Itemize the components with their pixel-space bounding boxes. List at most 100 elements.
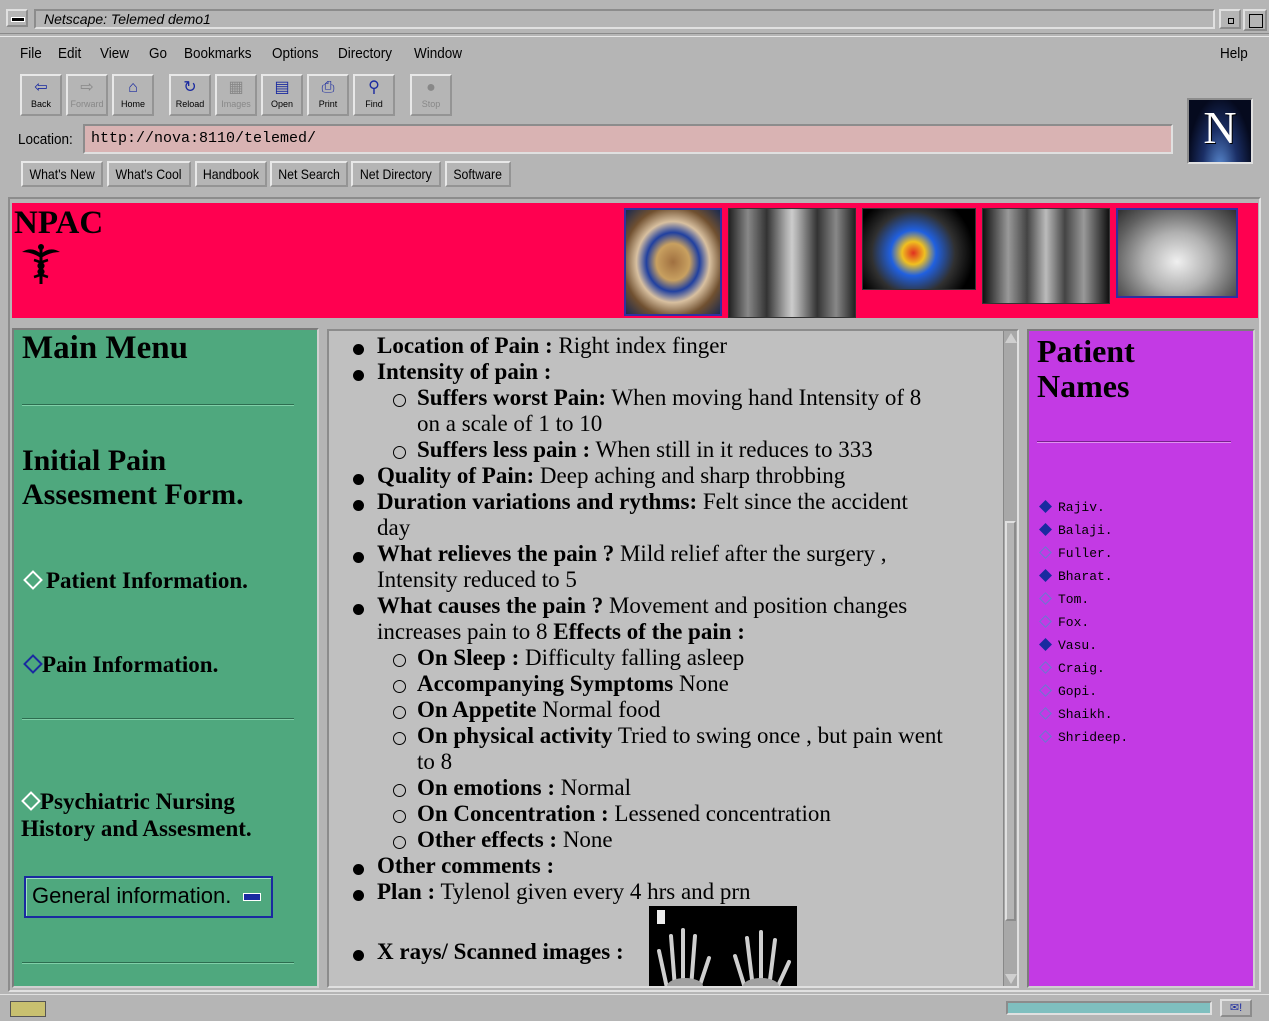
hand-xray-image[interactable] — [649, 906, 797, 988]
handbook-button[interactable]: Handbook — [195, 161, 267, 187]
patient-name-label: Balaji. — [1058, 523, 1113, 538]
vertical-scrollbar[interactable] — [1003, 331, 1017, 986]
other-comments-label: Other comments : — [377, 853, 555, 878]
effect-symptoms-label: Accompanying Symptoms — [417, 671, 674, 696]
scroll-up-arrow-icon[interactable] — [1005, 333, 1017, 343]
open-icon: ▤ — [274, 79, 290, 96]
diamond-bullet-icon — [1039, 569, 1052, 582]
handbook-label: Handbook — [202, 166, 260, 182]
forward-arrow-icon: ⇨ — [80, 79, 94, 96]
patient-link-craig[interactable]: Craig. — [1039, 661, 1105, 676]
location-input[interactable]: http://nova:8110/telemed/ — [83, 124, 1173, 154]
head-section-image[interactable] — [624, 208, 722, 316]
pain-relieves-label: What relieves the pain ? — [377, 541, 615, 566]
pain-causes-value-2: increases pain to 8 — [377, 619, 554, 644]
net-directory-button[interactable]: Net Directory — [351, 161, 441, 187]
pain-information-link[interactable]: Pain Information. — [23, 652, 218, 678]
stop-label: Stop — [421, 99, 441, 109]
open-button[interactable]: ▤ Open — [261, 74, 303, 116]
patient-link-fuller[interactable]: Fuller. — [1039, 546, 1113, 561]
pain-relieves-value-2: Intensity reduced to 5 — [377, 567, 577, 592]
reload-button[interactable]: ↻ Reload — [169, 74, 211, 116]
general-information-select[interactable]: General information. — [24, 876, 273, 918]
menu-help[interactable]: Help — [1220, 45, 1248, 62]
bullet-icon — [353, 500, 364, 511]
menu-options[interactable]: Options — [272, 45, 319, 62]
mail-icon[interactable]: ✉! — [1220, 999, 1252, 1017]
images-icon: ▦ — [228, 79, 244, 96]
effect-symptoms-value: None — [673, 671, 729, 696]
caduceus-icon — [22, 244, 60, 284]
scroll-down-arrow-icon[interactable] — [1005, 974, 1017, 984]
stop-button[interactable]: ● Stop — [410, 74, 452, 116]
pain-location-value: Right index finger — [552, 333, 728, 358]
patient-link-shrideep[interactable]: Shrideep. — [1039, 730, 1128, 745]
find-label: Find — [365, 99, 383, 109]
patient-name-label: Gopi. — [1058, 684, 1098, 699]
netscape-n-glyph: N — [1203, 102, 1237, 153]
images-button[interactable]: ▦ Images — [215, 74, 257, 116]
effect-appetite-label: On Appetite — [417, 697, 537, 722]
open-label: Open — [270, 99, 294, 109]
menu-bookmarks[interactable]: Bookmarks — [184, 45, 252, 62]
chest-xray-image[interactable] — [1116, 208, 1238, 298]
minimize-button[interactable] — [1219, 9, 1241, 29]
circle-bullet-icon — [393, 732, 406, 745]
patient-link-rajiv[interactable]: Rajiv. — [1039, 500, 1105, 515]
bullet-icon — [353, 474, 364, 485]
home-button[interactable]: ⌂ Home — [112, 74, 154, 116]
window-menu-button[interactable] — [6, 9, 28, 27]
security-key-icon[interactable] — [10, 1001, 46, 1017]
circle-bullet-icon — [393, 394, 406, 407]
patient-link-gopi[interactable]: Gopi. — [1039, 684, 1098, 699]
bullet-icon — [353, 604, 364, 615]
print-icon: ⎙ — [321, 79, 335, 96]
menu-go[interactable]: Go — [149, 45, 167, 62]
heart-doppler-image[interactable] — [862, 208, 976, 290]
patient-link-balaji[interactable]: Balaji. — [1039, 523, 1113, 538]
menu-directory[interactable]: Directory — [338, 45, 392, 62]
menu-file[interactable]: File — [20, 45, 42, 62]
effect-activity-value-2: to 8 — [417, 749, 453, 774]
menu-window[interactable]: Window — [414, 45, 462, 62]
patient-link-shaikh[interactable]: Shaikh. — [1039, 707, 1113, 722]
net-search-button[interactable]: Net Search — [270, 161, 348, 187]
psychiatric-nursing-link[interactable]: Psychiatric Nursing History and Assesmen… — [21, 788, 252, 842]
neck-mri-image[interactable] — [728, 208, 856, 318]
circle-bullet-icon — [393, 446, 406, 459]
patient-name-label: Craig. — [1058, 661, 1105, 676]
patient-name-label: Shaikh. — [1058, 707, 1113, 722]
patient-information-link[interactable]: Patient Information. — [23, 568, 248, 594]
whats-cool-label: What's Cool — [115, 166, 183, 182]
find-button[interactable]: ⚲ Find — [353, 74, 395, 116]
status-bar: ✉! — [0, 994, 1269, 1021]
software-button[interactable]: Software — [445, 161, 511, 187]
whats-cool-button[interactable]: What's Cool — [107, 161, 191, 187]
bullet-icon — [353, 552, 364, 563]
main-menu-title: Main Menu — [22, 330, 188, 366]
pelvis-scan-image[interactable] — [982, 208, 1110, 304]
pain-relieves: What relieves the pain ? Mild relief aft… — [377, 541, 887, 567]
scrollbar-thumb[interactable] — [1005, 521, 1016, 921]
menu-divider — [22, 962, 294, 964]
images-label: Images — [221, 99, 251, 109]
menu-view[interactable]: View — [100, 45, 129, 62]
patient-link-vasu[interactable]: Vasu. — [1039, 638, 1097, 653]
patient-link-tom[interactable]: Tom. — [1039, 592, 1089, 607]
menu-edit[interactable]: Edit — [58, 45, 81, 62]
form-title-line-1: Initial Pain — [22, 444, 167, 477]
netscape-logo-icon[interactable]: N — [1187, 98, 1253, 164]
patient-names-frame: Patient Names Rajiv. Balaji. Fuller. Bharat… — [1027, 329, 1255, 988]
pain-causes-label: What causes the pain ? — [377, 593, 604, 618]
maximize-button[interactable] — [1243, 9, 1267, 31]
xrays-label: X rays/ Scanned images : — [377, 939, 624, 964]
whats-new-button[interactable]: What's New — [21, 161, 103, 187]
software-label: Software — [453, 166, 503, 182]
back-button[interactable]: ⇦ Back — [20, 74, 62, 116]
pain-information-frame: Location of Pain : Right index finger In… — [327, 329, 1019, 988]
patient-link-fox[interactable]: Fox. — [1039, 615, 1089, 630]
print-button[interactable]: ⎙ Print — [307, 74, 349, 116]
patient-link-bharat[interactable]: Bharat. — [1039, 569, 1113, 584]
diamond-bullet-icon — [1039, 638, 1052, 651]
forward-button[interactable]: ⇨ Forward — [66, 74, 108, 116]
